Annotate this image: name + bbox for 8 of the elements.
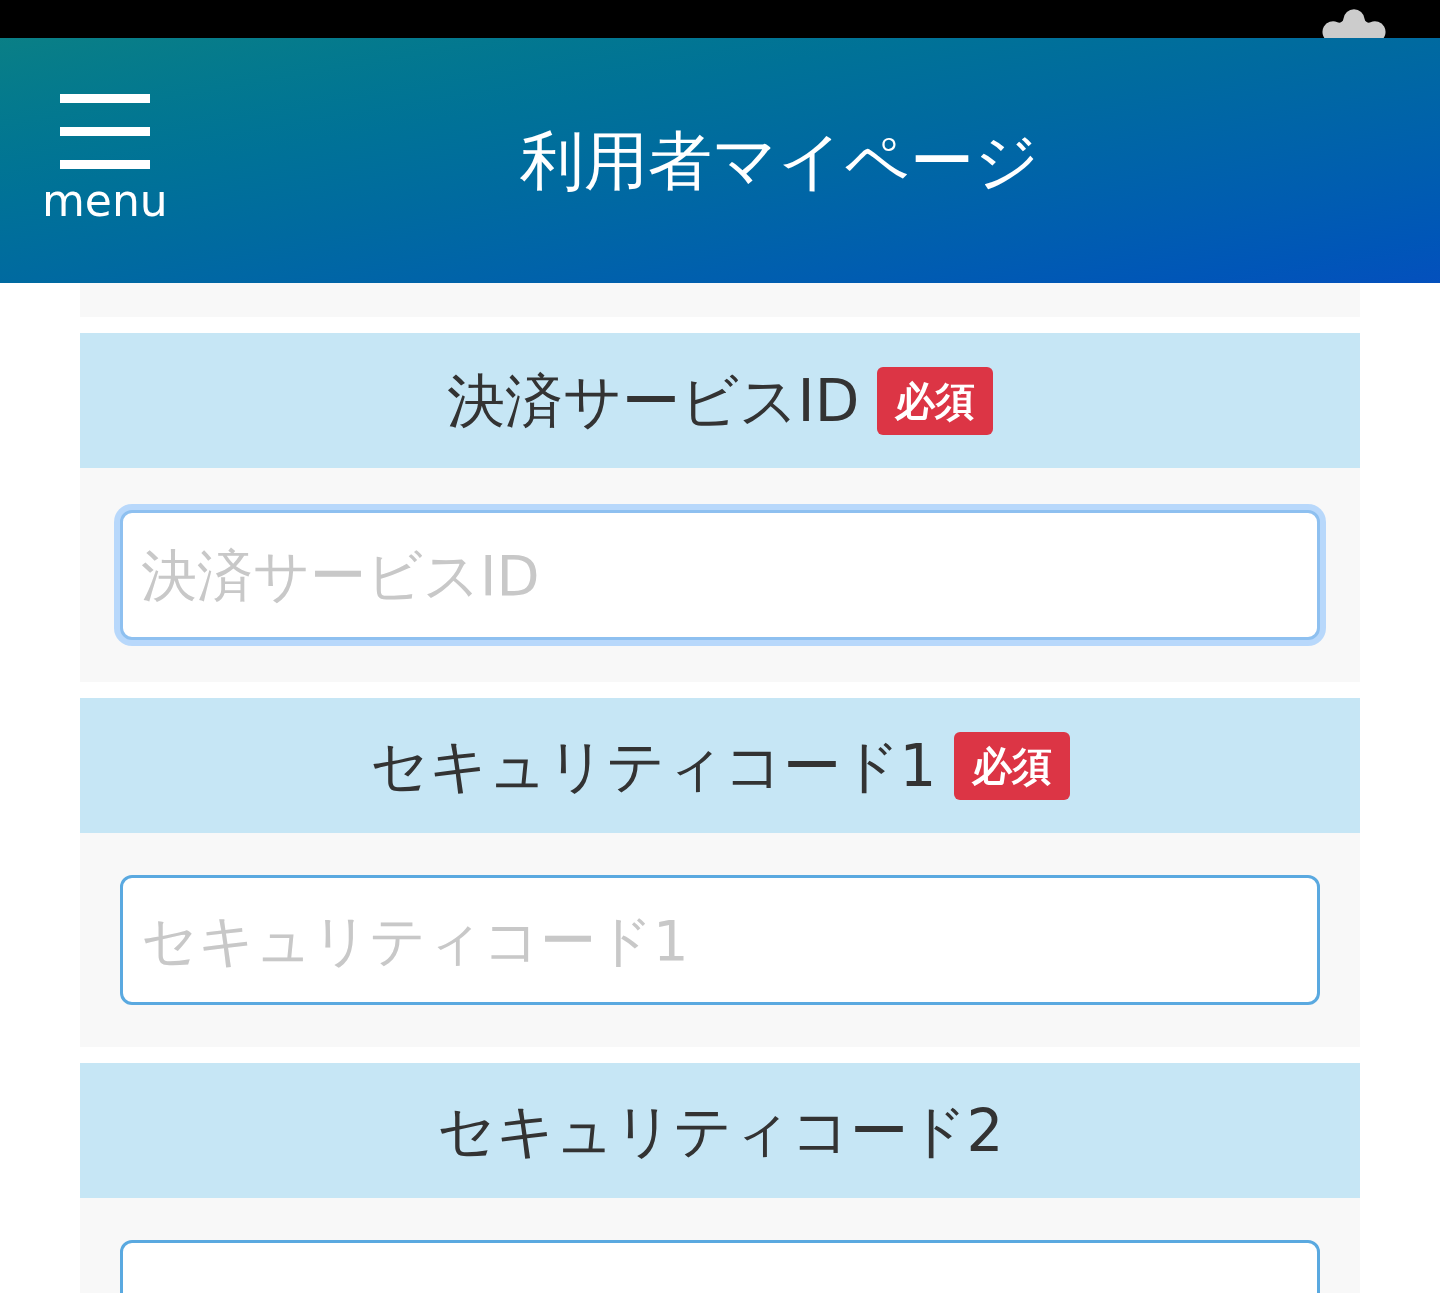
menu-button[interactable]: menu bbox=[42, 94, 168, 223]
required-badge: 必須 bbox=[877, 366, 994, 435]
menu-icon bbox=[59, 94, 150, 169]
required-badge: 必須 bbox=[954, 731, 1071, 800]
field-label: セキュリティコード1 bbox=[369, 736, 937, 795]
field-label: 決済サービスID bbox=[446, 371, 860, 430]
field-label: セキュリティコード2 bbox=[436, 1101, 1004, 1160]
page-title: 利用者マイページ bbox=[519, 128, 1040, 193]
